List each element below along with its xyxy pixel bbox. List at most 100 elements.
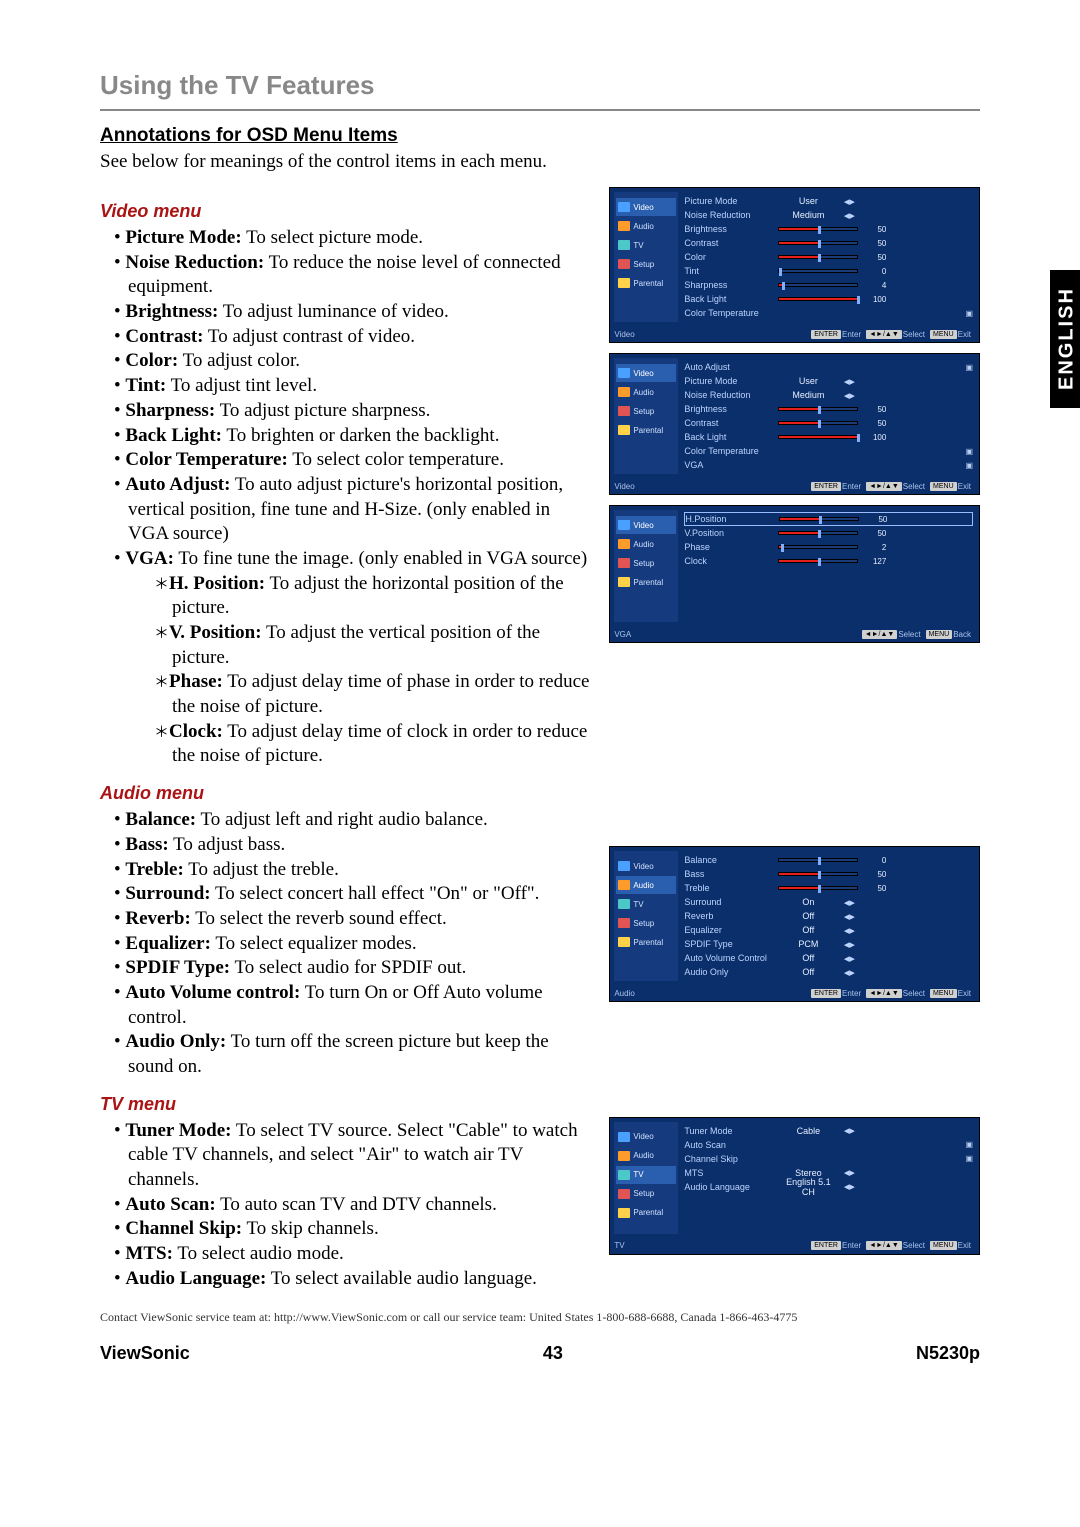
term: Audio Only: <box>125 1031 226 1052</box>
setup-icon <box>618 259 630 269</box>
desc: To select available audio language. <box>266 1268 537 1289</box>
term: Balance: <box>125 809 196 830</box>
term: Sharpness: <box>125 400 215 421</box>
osd-row: Channel Skip▣ <box>684 1152 973 1166</box>
audio-icon <box>618 539 630 549</box>
osd-label: Back Light <box>684 294 774 304</box>
osd-label: Audio Only <box>684 967 774 977</box>
osd-nav-label: TV <box>633 900 643 909</box>
osd-label: Contrast <box>684 238 774 248</box>
term: Bass: <box>125 834 168 855</box>
osd-row: Tint0 <box>684 264 973 278</box>
audio-icon <box>618 221 630 231</box>
term: Equalizer: <box>125 933 211 954</box>
desc: To adjust contrast of video. <box>204 326 416 347</box>
osd-label: Auto Volume Control <box>684 953 774 963</box>
osd-value: PCM <box>778 939 838 949</box>
osd-nav-parental: Parental <box>616 421 676 439</box>
osd-nav-label: Setup <box>633 559 654 568</box>
osd-nav-label: Video <box>633 1132 653 1141</box>
osd-label: H.Position <box>685 514 775 524</box>
osd-nav-label: Video <box>633 203 653 212</box>
audio-icon <box>618 1151 630 1161</box>
osd-value: On <box>778 897 838 907</box>
osd-nav-label: Setup <box>633 407 654 416</box>
audio-menu-heading: Audio menu <box>100 783 591 804</box>
osd-nav-parental: Parental <box>616 933 676 951</box>
osd-slider <box>778 421 858 425</box>
arrow-icon: ◂▸ <box>842 375 856 388</box>
osd-slider <box>778 545 858 549</box>
desc: To select picture mode. <box>242 227 423 248</box>
setup-icon <box>618 558 630 568</box>
osd-row: Bass50 <box>684 867 973 881</box>
arrow-icon: ◂▸ <box>842 924 856 937</box>
term: Noise Reduction: <box>125 252 264 273</box>
osd-number: 2 <box>862 543 886 552</box>
osd-label: Auto Scan <box>684 1140 774 1150</box>
osd-label: Picture Mode <box>684 376 774 386</box>
osd-value: Medium <box>778 390 838 400</box>
desc: To select audio for SPDIF out. <box>230 957 466 978</box>
term: Contrast: <box>125 326 203 347</box>
osd-content: Auto Adjust▣Picture ModeUser◂▸Noise Redu… <box>682 354 979 478</box>
desc: To auto scan TV and DTV channels. <box>216 1194 497 1215</box>
osd-nav-video: Video <box>616 198 676 216</box>
term: Tuner Mode: <box>125 1120 231 1141</box>
term: V. Position: <box>169 622 262 643</box>
term: Auto Adjust: <box>125 474 230 495</box>
term: Phase: <box>169 671 223 692</box>
osd-label: Audio Language <box>684 1182 774 1192</box>
desc: To adjust tint level. <box>166 375 317 396</box>
osd-nav: VideoAudioTVSetupParental <box>614 1122 678 1234</box>
desc: To select audio mode. <box>173 1243 344 1264</box>
video-icon <box>618 520 630 530</box>
osd-value: Off <box>778 925 838 935</box>
term: Brightness: <box>125 301 218 322</box>
osd-number: 50 <box>862 253 886 262</box>
desc: To adjust delay time of clock in order t… <box>172 721 587 767</box>
term: H. Position: <box>169 573 265 594</box>
term: Audio Language: <box>125 1268 266 1289</box>
osd-nav-label: Video <box>633 369 653 378</box>
osd-label: MTS <box>684 1168 774 1178</box>
divider <box>100 109 980 111</box>
osd-row: Picture ModeUser◂▸ <box>684 194 973 208</box>
osd-row: V.Position50 <box>684 526 973 540</box>
intro-text: See below for meanings of the control it… <box>100 151 980 173</box>
osd-label: Auto Adjust <box>684 362 774 372</box>
osd-nav-video: Video <box>616 857 676 875</box>
osd-nav-tv: TV <box>616 236 676 254</box>
desc: To select the reverb sound effect. <box>191 908 447 929</box>
arrow-icon: ◂▸ <box>842 1180 856 1193</box>
osd-row: ReverbOff◂▸ <box>684 909 973 923</box>
osd-label: Color Temperature <box>684 446 774 456</box>
footer-brand: ViewSonic <box>100 1343 190 1364</box>
osd-row: H.Position50 <box>684 512 973 526</box>
osd-number: 50 <box>862 870 886 879</box>
osd-number: 50 <box>862 419 886 428</box>
arrow-icon: ◂▸ <box>842 1124 856 1137</box>
osd-label: Clock <box>684 556 774 566</box>
submenu-icon: ▣ <box>965 309 973 318</box>
osd-nav-label: Parental <box>633 938 663 947</box>
desc: To adjust picture sharpness. <box>215 400 430 421</box>
section-heading: Annotations for OSD Menu Items <box>100 125 980 147</box>
contact-text: Contact ViewSonic service team at: http:… <box>100 1310 980 1325</box>
osd-label: Back Light <box>684 432 774 442</box>
osd-label: Tint <box>684 266 774 276</box>
osd-slider <box>778 858 858 862</box>
osd-value: Cable <box>778 1126 838 1136</box>
submenu-icon: ▣ <box>965 1140 973 1149</box>
osd-footer: AudioENTEREnter◄►/▲▼SelectMENUExit <box>610 985 979 1001</box>
osd-value: Off <box>778 967 838 977</box>
desc: To adjust luminance of video. <box>218 301 449 322</box>
arrow-icon: ◂▸ <box>842 966 856 979</box>
osd-number: 50 <box>862 405 886 414</box>
osd-nav-audio: Audio <box>616 383 676 401</box>
osd-label: VGA <box>684 460 774 470</box>
osd-nav-audio: Audio <box>616 217 676 235</box>
audio-icon <box>618 880 630 890</box>
osd-footer: VideoENTEREnter◄►/▲▼SelectMENUExit <box>610 326 979 342</box>
osd-slider <box>778 886 858 890</box>
